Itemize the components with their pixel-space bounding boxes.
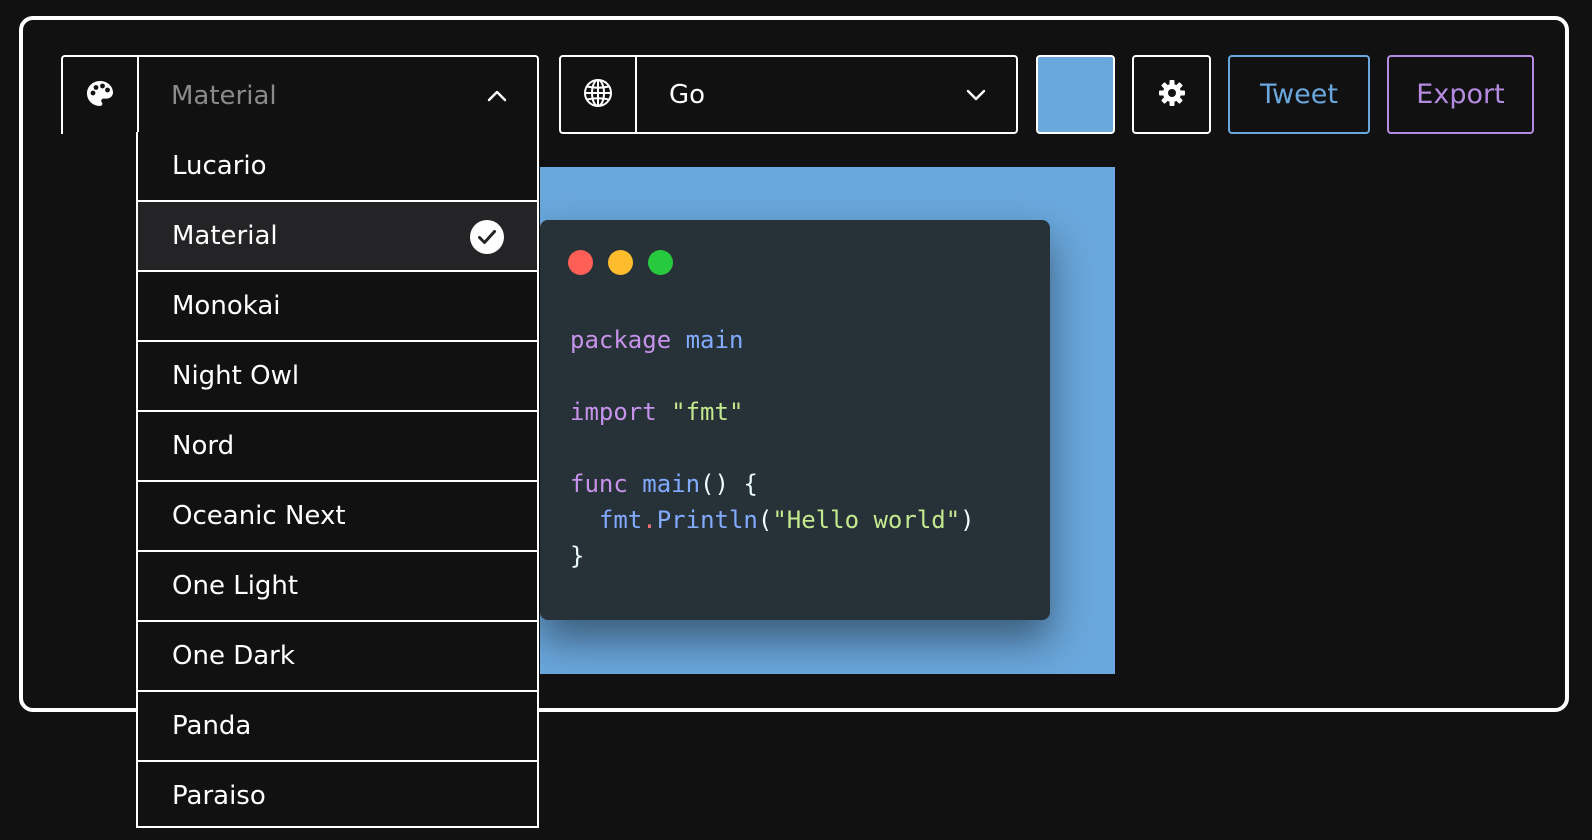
code-editor[interactable]: package main import "fmt" func main() { … [570,322,975,574]
language-select[interactable]: Go [559,55,1018,134]
theme-select[interactable]: Material [61,55,539,134]
tweet-button[interactable]: Tweet [1228,55,1370,134]
minimize-dot [608,250,633,275]
theme-dropdown-list: Lucario Material Monokai Night Owl Nord Ocean… [136,132,539,828]
code-window: package main import "fmt" func main() { … [540,220,1050,620]
maximize-dot [648,250,673,275]
theme-option[interactable]: Lucario [138,132,537,202]
theme-option[interactable]: Nord [138,412,537,482]
code-line-3: import "fmt" [570,398,744,426]
theme-option[interactable]: One Dark [138,622,537,692]
window-controls [568,250,673,275]
theme-option[interactable]: Oceanic Next [138,482,537,552]
code-line-7: } [570,542,585,570]
theme-option[interactable]: Monokai [138,272,537,342]
code-line-1: package main [570,326,744,354]
theme-option-label: Night Owl [172,361,300,391]
theme-icon-cell [63,57,139,134]
theme-option-label: One Light [172,571,299,601]
theme-option-label: One Dark [172,641,295,671]
code-line-6: fmt.Println("Hello world") [598,506,975,534]
language-select-value: Go [669,79,706,110]
code-line-5: func main() { [570,470,758,498]
close-dot [568,250,593,275]
theme-option[interactable]: One Light [138,552,537,622]
palette-icon [85,79,115,113]
settings-button[interactable] [1132,55,1211,134]
theme-option[interactable]: Night Owl [138,342,537,412]
theme-option-label: Nord [172,431,235,461]
language-icon-cell [561,57,637,132]
theme-option-label: Lucario [172,151,267,181]
theme-option-label: Material [172,221,278,251]
export-button[interactable]: Export [1387,55,1534,134]
gear-icon [1157,78,1187,112]
theme-option-label: Panda [172,711,252,741]
theme-option-label: Paraiso [172,781,266,811]
theme-select-value: Material [171,80,277,111]
chevron-up-icon [477,89,517,103]
globe-icon [582,77,614,113]
theme-option[interactable]: Paraiso [138,762,537,826]
theme-option-label: Monokai [172,291,281,321]
theme-option[interactable]: Material [138,202,537,272]
check-circle-icon [469,219,505,255]
chevron-down-icon [956,88,996,102]
theme-option-label: Oceanic Next [172,501,346,531]
background-color-picker[interactable] [1036,55,1115,134]
theme-option[interactable]: Panda [138,692,537,762]
